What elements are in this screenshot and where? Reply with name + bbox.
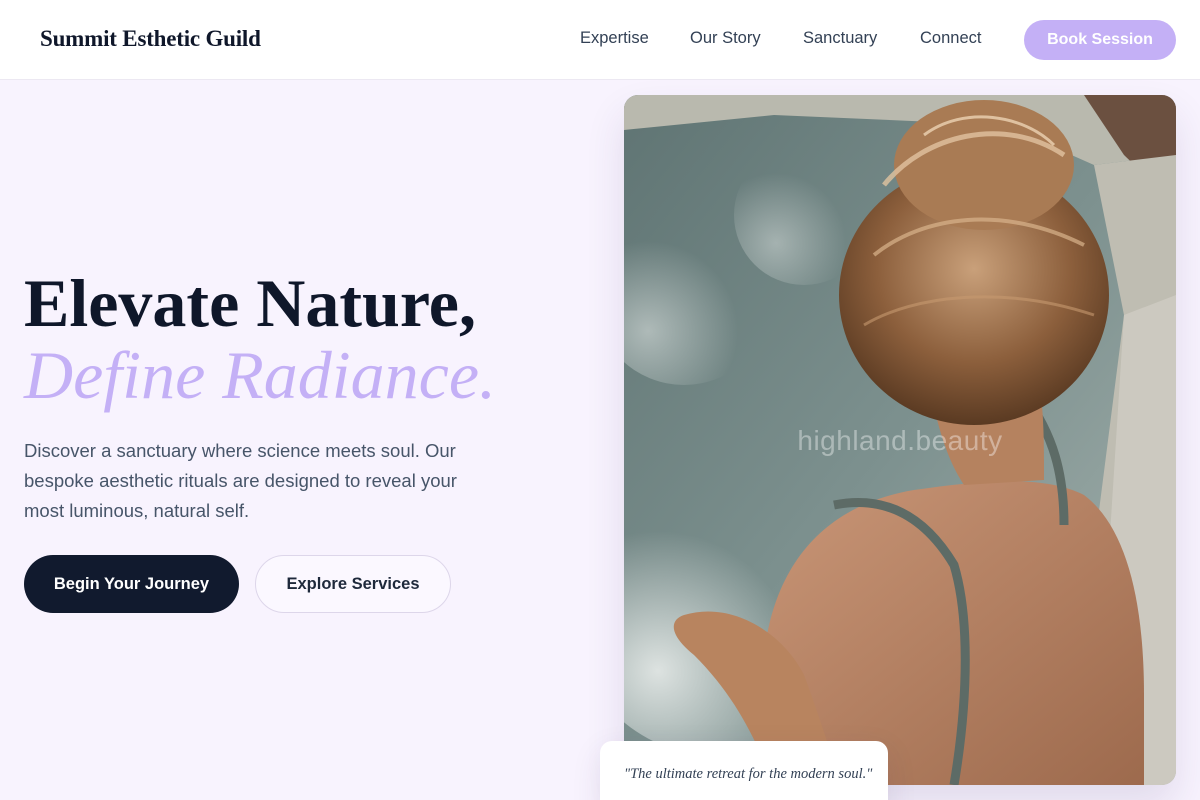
- hero-title-line2: Define Radiance.: [24, 337, 497, 413]
- testimonial-card: "The ultimate retreat for the modern sou…: [600, 741, 888, 800]
- hero-title-line1: Elevate Nature,: [24, 265, 476, 341]
- hero-image: highland.beauty: [624, 95, 1176, 785]
- nav-link-sanctuary[interactable]: Sanctuary: [803, 29, 877, 48]
- nav-link-connect[interactable]: Connect: [920, 29, 981, 48]
- spa-bath-illustration: [624, 95, 1176, 785]
- nav-link-expertise[interactable]: Expertise: [580, 29, 649, 48]
- begin-journey-button[interactable]: Begin Your Journey: [24, 555, 239, 613]
- testimonial-quote: "The ultimate retreat for the modern sou…: [624, 766, 873, 782]
- hero-description: Discover a sanctuary where science meets…: [24, 440, 457, 521]
- explore-services-button[interactable]: Explore Services: [255, 555, 451, 613]
- book-session-button[interactable]: Book Session: [1024, 20, 1176, 60]
- brand-logo[interactable]: Summit Esthetic Guild: [40, 26, 261, 52]
- nav-link-our-story[interactable]: Our Story: [690, 29, 761, 48]
- site-header: Summit Esthetic Guild Expertise Our Stor…: [0, 0, 1200, 80]
